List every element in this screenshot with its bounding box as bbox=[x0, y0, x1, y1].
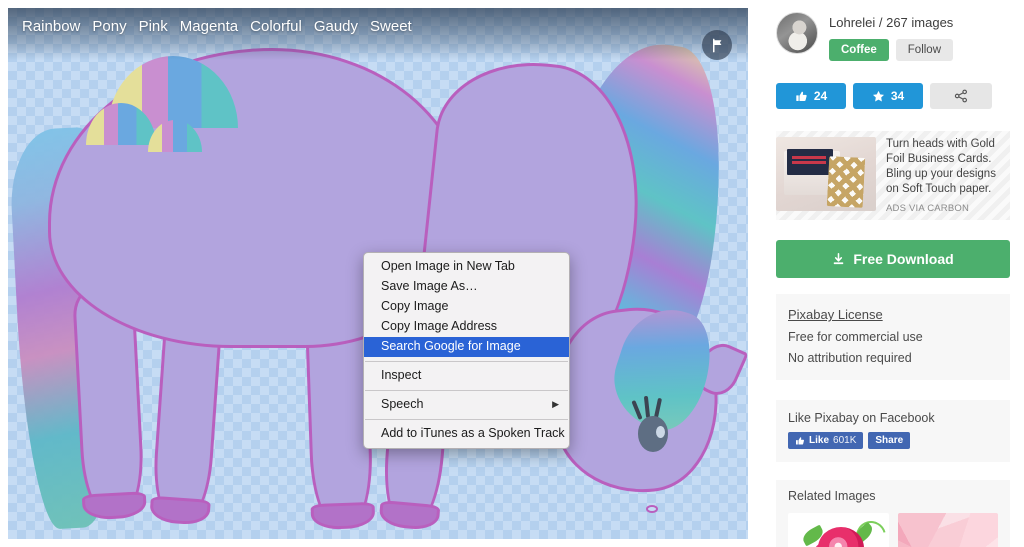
ad-copy: Turn heads with Gold Foil Business Cards… bbox=[886, 137, 1010, 214]
pony-hoof bbox=[378, 500, 441, 532]
tag-link-gaudy[interactable]: Gaudy bbox=[314, 17, 358, 37]
ctx-search-google-for-image[interactable]: Search Google for Image bbox=[364, 337, 569, 357]
carbon-ad[interactable]: Turn heads with Gold Foil Business Cards… bbox=[776, 131, 1010, 220]
free-download-button[interactable]: Free Download bbox=[776, 240, 1010, 278]
author-name[interactable]: Lohrelei / 267 images bbox=[829, 15, 953, 31]
facebook-like-count: 601K bbox=[833, 435, 857, 446]
like-count: 24 bbox=[813, 89, 828, 103]
ctx-open-image-new-tab[interactable]: Open Image in New Tab bbox=[364, 257, 569, 277]
share-button[interactable] bbox=[930, 83, 992, 109]
ctx-label: Inspect bbox=[381, 368, 422, 382]
avatar[interactable] bbox=[776, 12, 818, 54]
related-thumb-low-poly[interactable] bbox=[897, 513, 998, 547]
facebook-like-label: Like bbox=[809, 435, 830, 446]
ctx-add-to-itunes[interactable]: Add to iTunes as a Spoken Track bbox=[364, 424, 569, 444]
tag-link-magenta[interactable]: Magenta bbox=[180, 17, 238, 37]
ctx-label: Search Google for Image bbox=[381, 339, 521, 353]
image-stage: Rainbow Pony Pink Magenta Colorful Gaudy… bbox=[0, 0, 760, 547]
ctx-label: Copy Image Address bbox=[381, 319, 498, 333]
thumbs-up-icon bbox=[796, 436, 804, 444]
ad-gold-foil-card bbox=[826, 156, 866, 208]
ad-card-text bbox=[792, 156, 826, 165]
facebook-box: Like Pixabay on Facebook Like 601K Share bbox=[776, 400, 1010, 462]
ctx-copy-image-address[interactable]: Copy Image Address bbox=[364, 317, 569, 337]
pony-hoof bbox=[81, 491, 148, 521]
tag-link-rainbow[interactable]: Rainbow bbox=[22, 17, 80, 37]
star-count: 34 bbox=[890, 89, 905, 103]
ctx-inspect[interactable]: Inspect bbox=[364, 366, 569, 386]
download-label: Free Download bbox=[853, 251, 954, 267]
tag-link-sweet[interactable]: Sweet bbox=[370, 17, 412, 37]
sidebar: Lohrelei / 267 images Coffee Follow 24 3… bbox=[762, 0, 1024, 547]
author-actions: Coffee Follow bbox=[829, 39, 954, 61]
related-thumb-rose[interactable] bbox=[788, 513, 889, 547]
ctx-separator bbox=[365, 419, 568, 420]
tag-link-pink[interactable]: Pink bbox=[139, 17, 168, 37]
ad-thumbnail bbox=[776, 137, 876, 211]
pony-hoof bbox=[310, 501, 376, 531]
license-line-1: Free for commercial use bbox=[788, 330, 923, 344]
ctx-separator bbox=[365, 361, 568, 362]
image-tag-bar: Rainbow Pony Pink Magenta Colorful Gaudy… bbox=[8, 8, 748, 60]
tag-link-pony[interactable]: Pony bbox=[92, 17, 126, 37]
pony-nostril bbox=[646, 505, 658, 513]
like-button[interactable]: 24 bbox=[776, 83, 846, 109]
facebook-like-button[interactable]: Like 601K bbox=[788, 432, 864, 449]
related-images-title: Related Images bbox=[788, 489, 876, 503]
ctx-copy-image[interactable]: Copy Image bbox=[364, 297, 569, 317]
ctx-save-image-as[interactable]: Save Image As… bbox=[364, 277, 569, 297]
flag-icon bbox=[712, 38, 721, 52]
pixabay-image-page: Rainbow Pony Pink Magenta Colorful Gaudy… bbox=[0, 0, 1024, 547]
ctx-label: Speech bbox=[381, 397, 424, 411]
ad-attribution[interactable]: ADS VIA CARBON bbox=[886, 203, 1010, 214]
ctx-label: Copy Image bbox=[381, 299, 449, 313]
pony-hoof bbox=[149, 495, 211, 526]
ctx-label: Add to iTunes as a Spoken Track bbox=[381, 426, 565, 440]
related-images-box: Related Images bbox=[776, 480, 1010, 547]
star-icon bbox=[872, 90, 884, 101]
share-icon bbox=[954, 89, 967, 103]
stats-row: 24 34 bbox=[776, 83, 1010, 109]
author-info: Lohrelei / 267 images Coffee Follow bbox=[829, 12, 953, 61]
ctx-speech[interactable]: Speech ▶ bbox=[364, 395, 569, 415]
author-block: Lohrelei / 267 images Coffee Follow bbox=[776, 12, 1010, 61]
ctx-label: Open Image in New Tab bbox=[381, 259, 515, 273]
related-images-row bbox=[788, 513, 998, 547]
facebook-title: Like Pixabay on Facebook bbox=[788, 411, 935, 425]
ctx-label: Save Image As… bbox=[381, 279, 478, 293]
coffee-button[interactable]: Coffee bbox=[829, 39, 889, 61]
report-flag-button[interactable] bbox=[702, 30, 732, 60]
ad-text: Turn heads with Gold Foil Business Cards… bbox=[886, 138, 996, 195]
pixabay-license-link[interactable]: Pixabay License bbox=[788, 307, 883, 322]
thumbs-up-icon bbox=[796, 91, 807, 101]
tag-link-colorful[interactable]: Colorful bbox=[250, 17, 302, 37]
favorite-button[interactable]: 34 bbox=[853, 83, 923, 109]
chevron-right-icon: ▶ bbox=[552, 399, 559, 409]
license-box: Pixabay License Free for commercial use … bbox=[776, 294, 1010, 380]
facebook-share-button[interactable]: Share bbox=[868, 432, 911, 449]
pony-eye-glint bbox=[656, 426, 665, 438]
follow-button[interactable]: Follow bbox=[895, 39, 954, 61]
ctx-separator bbox=[365, 390, 568, 391]
license-line-2: No attribution required bbox=[788, 351, 912, 365]
image-context-menu[interactable]: Open Image in New Tab Save Image As… Cop… bbox=[363, 252, 570, 449]
facebook-buttons: Like 601K Share bbox=[788, 432, 998, 449]
download-icon bbox=[834, 252, 844, 265]
